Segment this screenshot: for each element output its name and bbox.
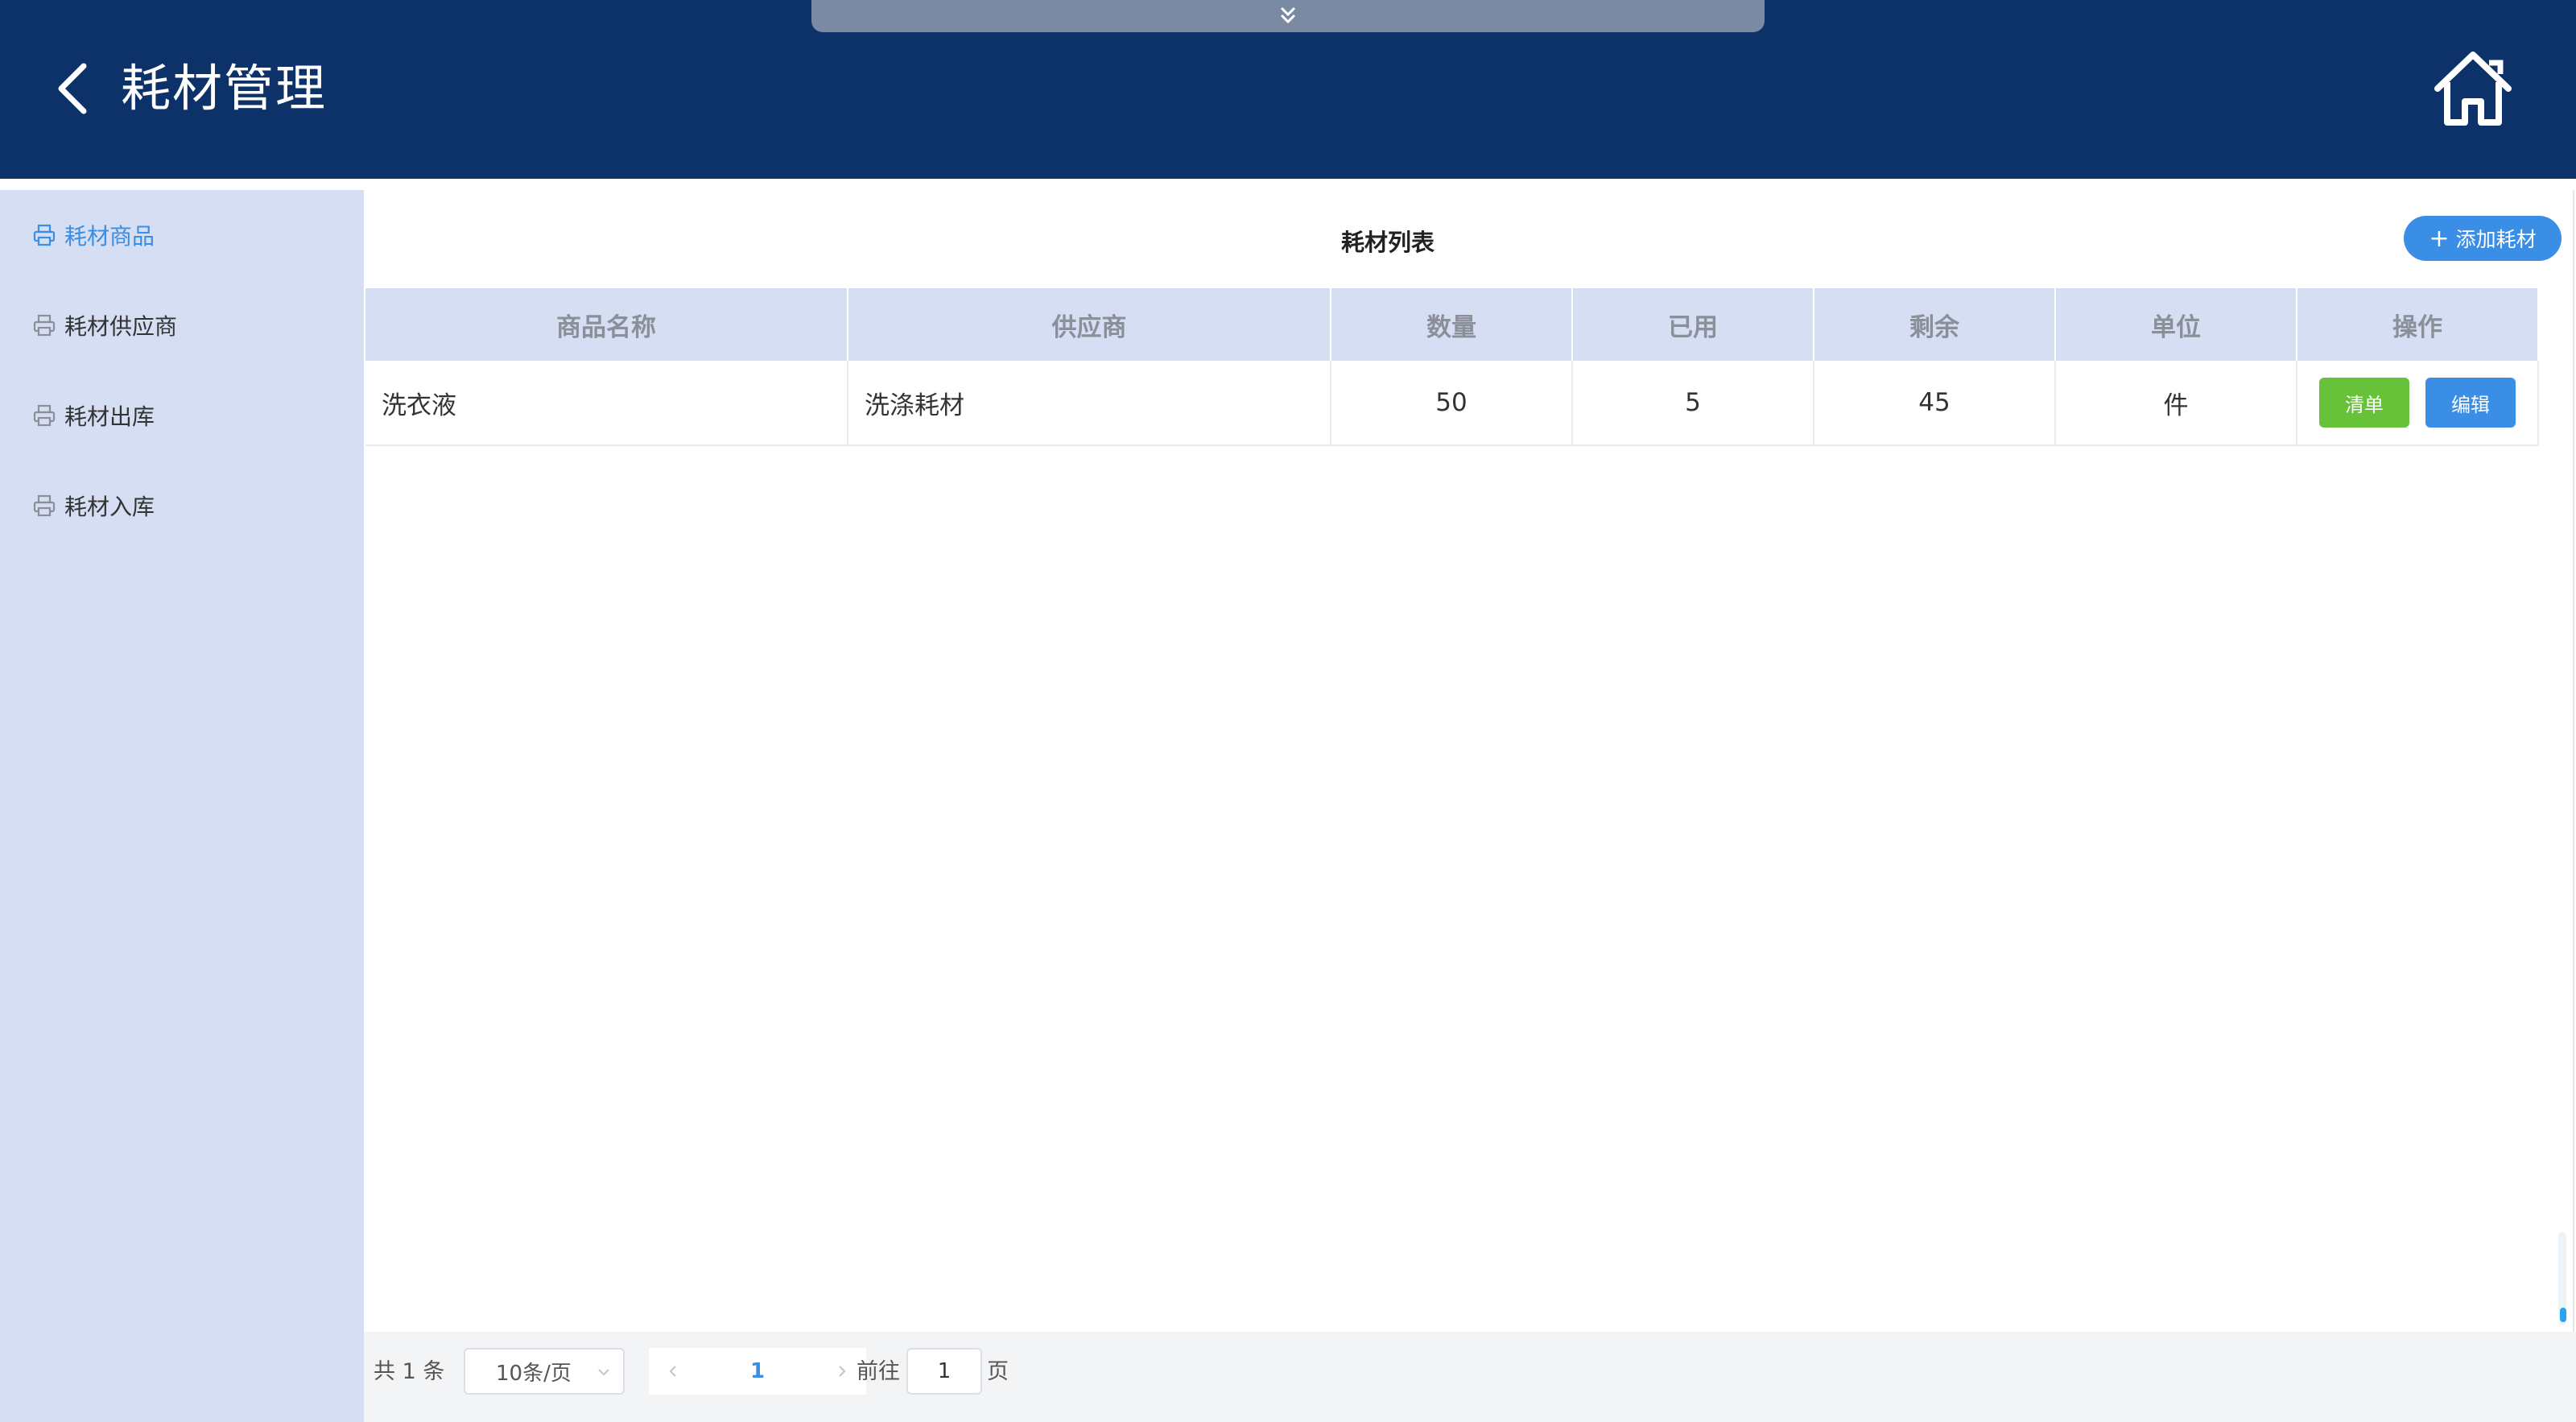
consumables-table: 商品名称 供应商 数量 已用 剩余 单位 操作 洗衣液 洗涤耗材 50 5 45… xyxy=(365,288,2539,446)
sidebar-item-consumable-suppliers[interactable]: 耗材供应商 xyxy=(32,301,177,349)
sidebar-item-label: 耗材入库 xyxy=(64,494,155,520)
column-header[interactable]: 供应商 xyxy=(848,288,1331,361)
page-number-current[interactable]: 1 xyxy=(697,1348,818,1395)
back-button[interactable] xyxy=(48,60,100,118)
sidebar-item-consumable-outbound[interactable]: 耗材出库 xyxy=(32,391,155,440)
cell-unit: 件 xyxy=(2056,361,2297,444)
page-size-select[interactable]: 10条/页 xyxy=(464,1348,625,1395)
chevron-left-icon xyxy=(58,63,87,114)
column-header[interactable]: 剩余 xyxy=(1814,288,2056,361)
column-header[interactable]: 单位 xyxy=(2056,288,2297,361)
sidebar-item-consumable-inbound[interactable]: 耗材入库 xyxy=(32,482,155,530)
scrollbar-thumb[interactable] xyxy=(2560,1308,2566,1322)
table-row[interactable]: 洗衣液 洗涤耗材 50 5 45 件 清单 编辑 xyxy=(365,361,2539,446)
sidebar: 耗材商品 耗材供应商 耗材出库 耗材入库 xyxy=(0,190,364,1422)
column-header[interactable]: 商品名称 xyxy=(365,288,848,361)
sidebar-item-label: 耗材供应商 xyxy=(64,313,178,340)
cell-quantity: 50 xyxy=(1331,361,1573,444)
home-icon xyxy=(2434,52,2512,126)
column-header: 操作 xyxy=(2297,288,2539,361)
chevron-right-icon xyxy=(839,1366,846,1377)
edit-button[interactable]: 编辑 xyxy=(2425,378,2516,428)
cell-used: 5 xyxy=(1573,361,1814,444)
cell-actions: 清单 编辑 xyxy=(2297,361,2539,444)
column-header[interactable]: 数量 xyxy=(1331,288,1573,361)
column-header[interactable]: 已用 xyxy=(1573,288,1814,361)
prev-page-button[interactable] xyxy=(649,1348,697,1395)
content-edge xyxy=(2573,190,2574,1333)
chevron-down-icon xyxy=(598,1369,609,1376)
main-content: 耗材列表 + 添加耗材 商品名称 供应商 数量 已用 剩余 单位 操作 洗衣液 … xyxy=(364,190,2576,1422)
double-chevron-down-icon xyxy=(1280,6,1296,24)
pagination-total: 共 1 条 xyxy=(374,1359,445,1384)
plus-icon: + xyxy=(2429,224,2450,253)
printer-icon xyxy=(33,224,56,246)
list-title: 耗材列表 xyxy=(1341,229,1435,256)
goto-label: 前往 xyxy=(857,1359,900,1384)
home-button[interactable] xyxy=(2431,48,2515,129)
add-consumable-button[interactable]: + 添加耗材 xyxy=(2404,216,2562,261)
cell-supplier: 洗涤耗材 xyxy=(848,361,1331,444)
add-consumable-label: 添加耗材 xyxy=(2455,228,2537,251)
sidebar-item-consumable-products[interactable]: 耗材商品 xyxy=(32,211,155,259)
goto-page-input[interactable] xyxy=(906,1348,982,1395)
pagination: 共 1 条 10条/页 1 前往 页 xyxy=(364,1332,2576,1422)
page-suffix-label: 页 xyxy=(987,1359,1009,1384)
printer-icon xyxy=(33,404,56,427)
chevron-left-icon xyxy=(669,1366,676,1377)
cell-remaining: 45 xyxy=(1814,361,2056,444)
printer-icon xyxy=(33,314,56,337)
app-header: 耗材管理 xyxy=(0,0,2576,179)
table-header: 商品名称 供应商 数量 已用 剩余 单位 操作 xyxy=(365,288,2539,361)
cell-name: 洗衣液 xyxy=(365,361,848,444)
page-size-value: 10条/页 xyxy=(496,1361,572,1386)
page-title: 耗材管理 xyxy=(121,59,328,118)
pull-down-tab[interactable] xyxy=(811,0,1765,32)
printer-icon xyxy=(33,494,56,517)
list-button[interactable]: 清单 xyxy=(2319,378,2409,428)
sidebar-item-label: 耗材出库 xyxy=(64,403,155,430)
sidebar-item-label: 耗材商品 xyxy=(64,223,155,250)
